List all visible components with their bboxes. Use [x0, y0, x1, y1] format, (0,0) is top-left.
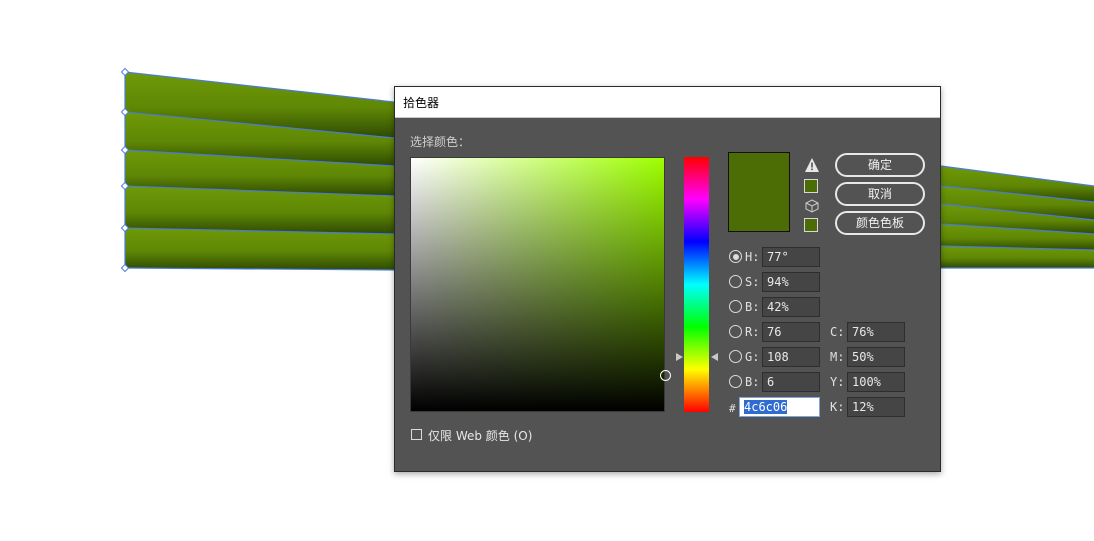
hue-input[interactable]: 77°	[762, 247, 820, 267]
band-5	[125, 228, 394, 270]
blue-radio[interactable]	[729, 375, 742, 388]
hue-radio[interactable]	[729, 250, 742, 263]
color-preview-swatch	[728, 152, 790, 232]
magenta-row: M: 50%	[829, 347, 929, 367]
cyan-row: C: 76%	[829, 322, 929, 342]
cyan-input[interactable]: 76%	[847, 322, 905, 342]
color-swatches-button[interactable]: 颜色色板	[835, 211, 925, 235]
dialog-titlebar[interactable]: 拾色器	[395, 87, 940, 118]
artwork-right	[940, 165, 1094, 269]
saturation-input[interactable]: 94%	[762, 272, 820, 292]
green-label: G:	[745, 350, 760, 364]
dialog-title: 拾色器	[403, 96, 440, 110]
cyan-label: C:	[830, 325, 845, 339]
red-input[interactable]: 76	[762, 322, 820, 342]
artwork-left	[120, 67, 395, 273]
saturation-label: S:	[745, 275, 760, 289]
hue-row: H: 77°	[729, 247, 829, 267]
select-color-label: 选择颜色：	[410, 135, 471, 149]
color-marker[interactable]	[660, 370, 671, 381]
hue-label: H:	[745, 250, 760, 264]
web-colors-only-checkbox[interactable]	[411, 429, 422, 440]
blue-label: B:	[745, 375, 760, 389]
red-label: R:	[745, 325, 760, 339]
black-row: K: 12%	[829, 397, 929, 417]
ok-button[interactable]: 确定	[835, 153, 925, 177]
hex-value-selection: 4c6c06	[744, 400, 788, 414]
hue-slider[interactable]	[684, 157, 709, 412]
hex-input[interactable]: 4c6c06	[739, 397, 820, 417]
magenta-input[interactable]: 50%	[847, 347, 905, 367]
brightness-radio[interactable]	[729, 300, 742, 313]
black-label: K:	[830, 400, 845, 414]
saturation-radio[interactable]	[729, 275, 742, 288]
hex-row: # 4c6c06	[729, 397, 829, 417]
magenta-label: M:	[830, 350, 845, 364]
cancel-button[interactable]: 取消	[835, 182, 925, 206]
web-colors-only-label[interactable]: 仅限 Web 颜色 (O)	[428, 427, 532, 444]
hue-slider-left-handle[interactable]	[676, 353, 683, 361]
saturation-brightness-field[interactable]	[410, 157, 671, 412]
brightness-row: B: 42%	[729, 297, 829, 317]
green-input[interactable]: 108	[762, 347, 820, 367]
blue-input[interactable]: 6	[762, 372, 820, 392]
blue-row: B: 6	[729, 372, 829, 392]
color-picker-dialog: 拾色器 选择颜色： 确定 取消 颜色色板 H: 77° S: 94% B: 42…	[394, 86, 941, 472]
warning-triangle-icon[interactable]	[804, 157, 820, 173]
yellow-label: Y:	[830, 375, 845, 389]
brightness-input[interactable]: 42%	[762, 297, 820, 317]
yellow-row: Y: 100%	[829, 372, 929, 392]
saturation-row: S: 94%	[729, 272, 829, 292]
web-cube-icon[interactable]	[805, 199, 819, 213]
hue-slider-right-handle[interactable]	[711, 353, 718, 361]
red-row: R: 76	[729, 322, 829, 342]
yellow-input[interactable]: 100%	[847, 372, 905, 392]
gamut-color-swatch[interactable]	[804, 179, 818, 193]
black-input[interactable]: 12%	[847, 397, 905, 417]
green-row: G: 108	[729, 347, 829, 367]
brightness-label: B:	[745, 300, 760, 314]
green-radio[interactable]	[729, 350, 742, 363]
hex-label: #	[729, 402, 736, 415]
red-radio[interactable]	[729, 325, 742, 338]
web-color-swatch[interactable]	[804, 218, 818, 232]
